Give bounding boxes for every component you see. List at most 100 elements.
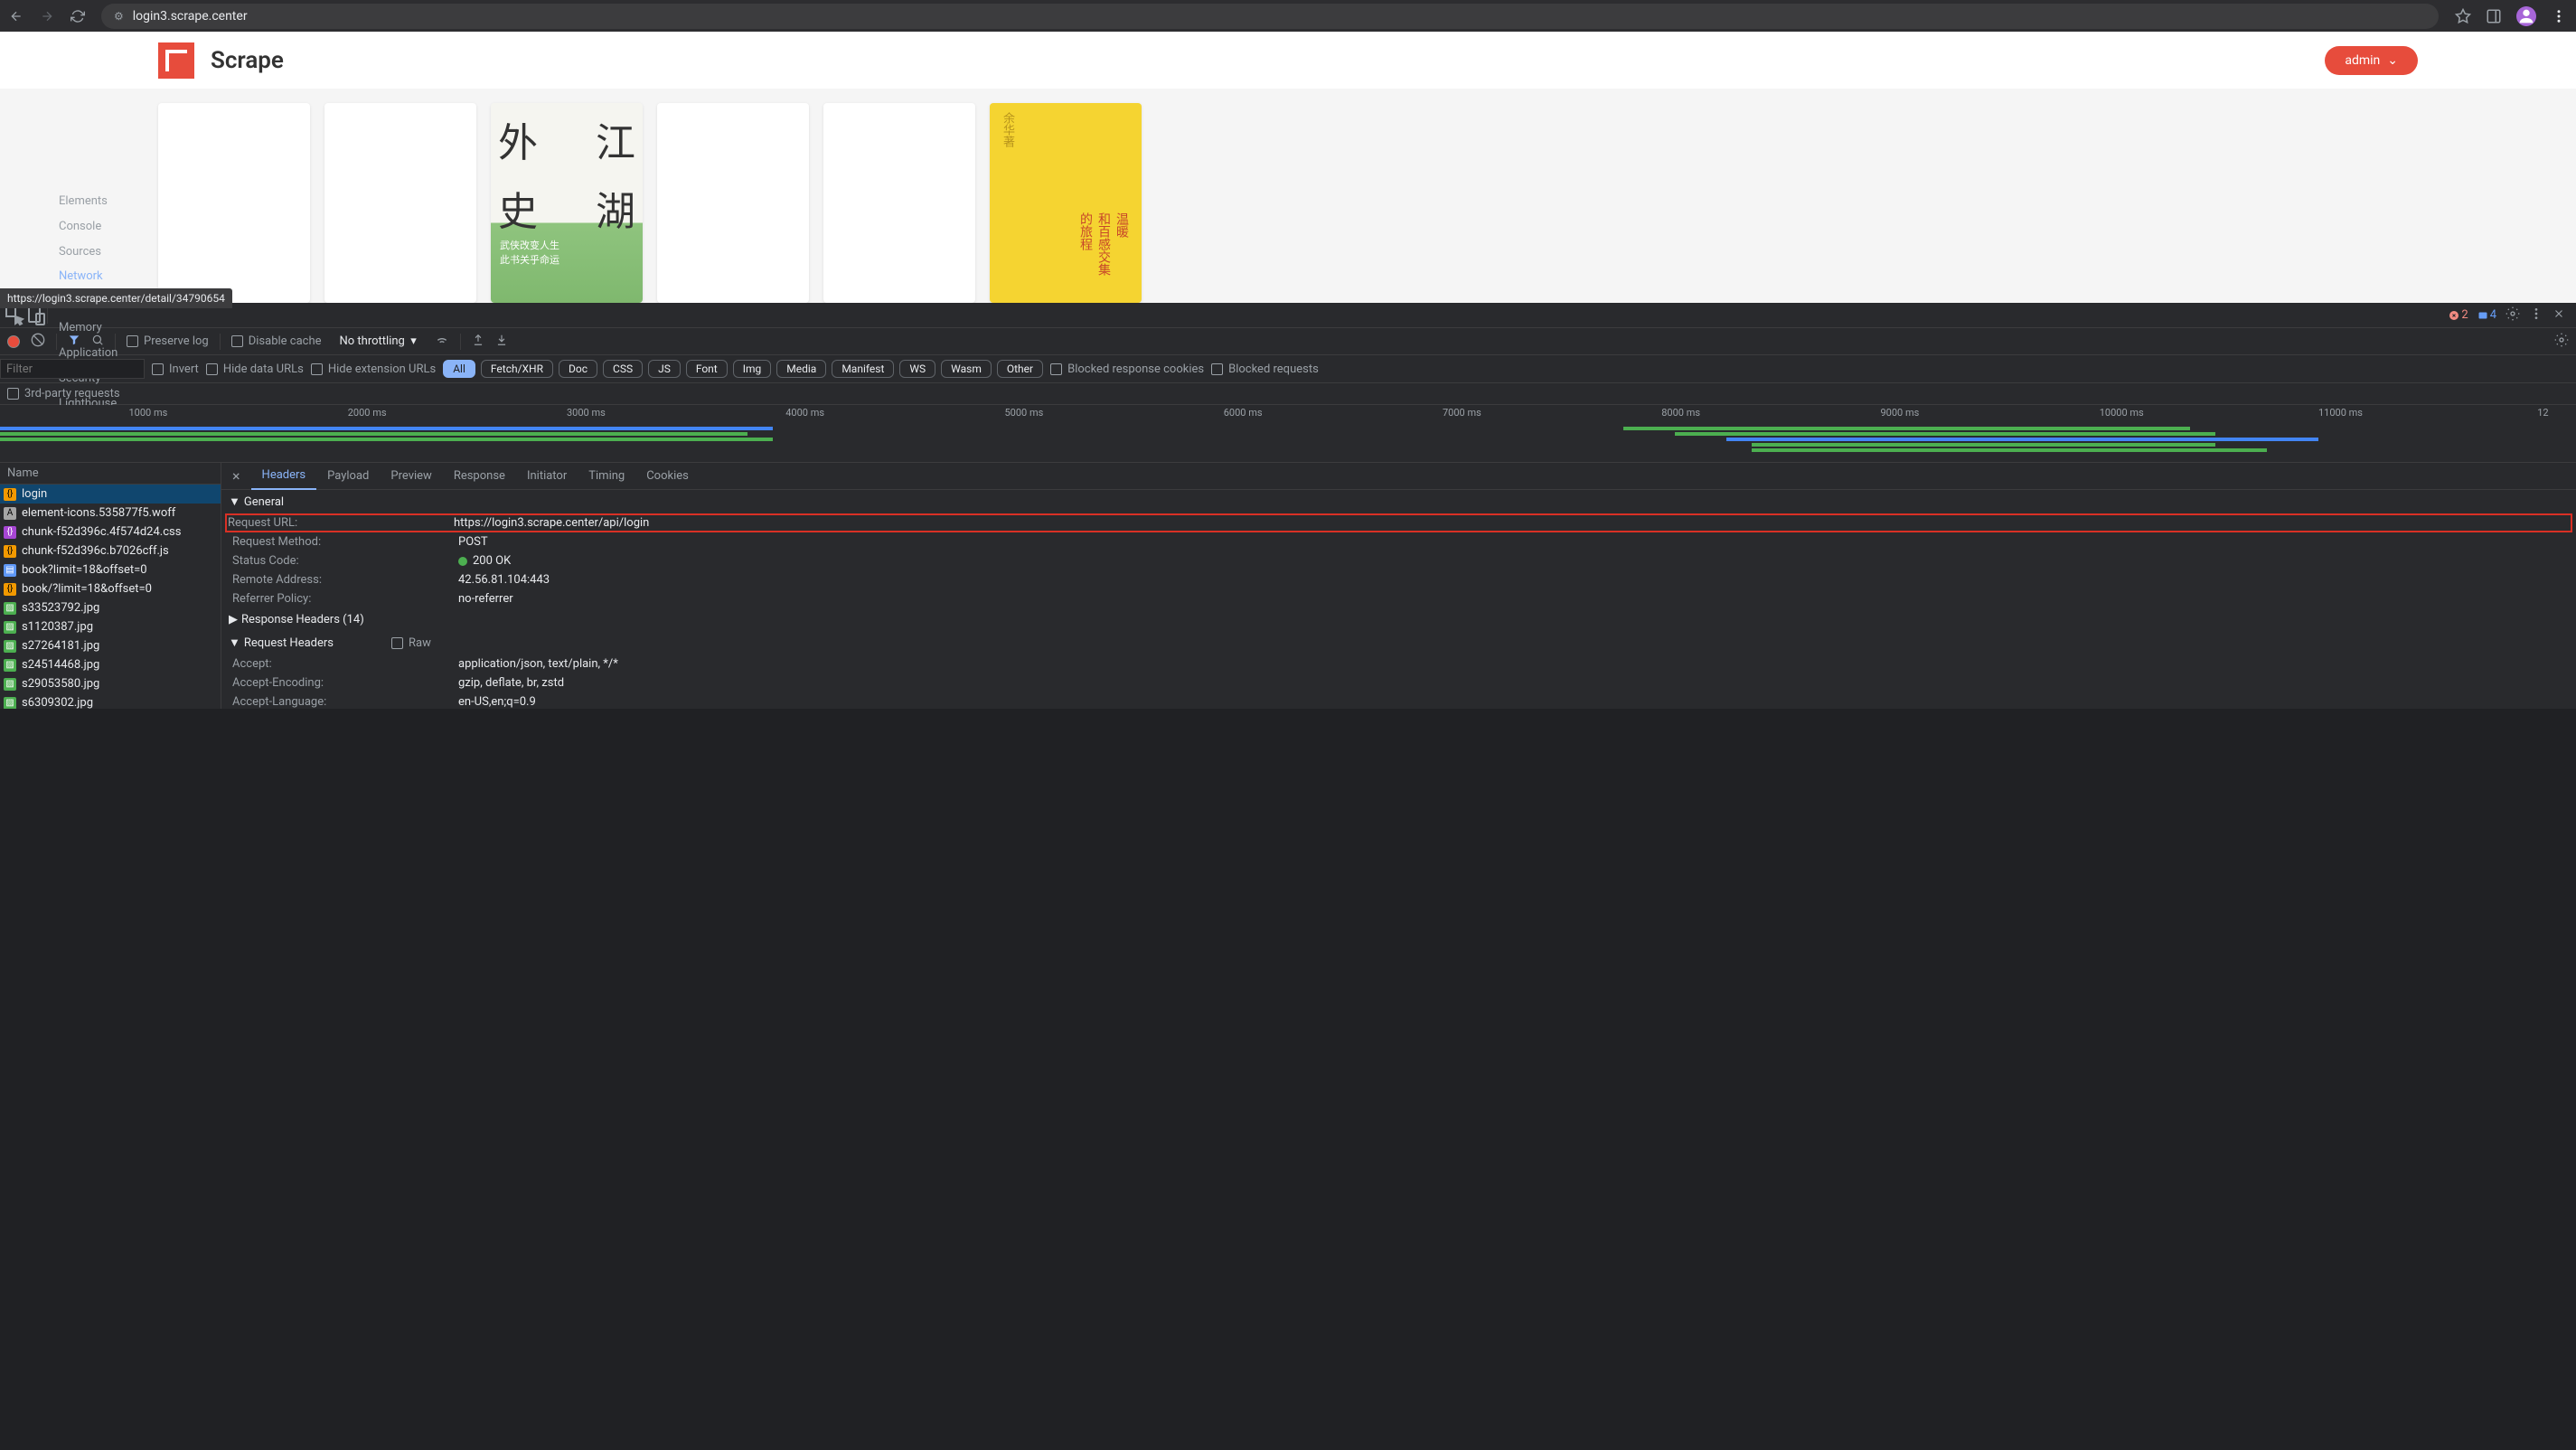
request-row[interactable]: {}chunk-f52d396c.b7026cff.js — [0, 541, 221, 560]
detail-tab-payload[interactable]: Payload — [316, 463, 380, 490]
error-badge[interactable]: 2 — [2449, 308, 2468, 322]
request-name: s29053580.jpg — [22, 677, 99, 691]
more-icon[interactable] — [2529, 306, 2543, 325]
disable-cache-checkbox[interactable]: Disable cache — [231, 334, 322, 348]
filter-pill-media[interactable]: Media — [776, 360, 826, 378]
request-row[interactable]: ▤book?limit=18&offset=0 — [0, 560, 221, 579]
hide-data-urls-checkbox[interactable]: Hide data URLs — [206, 362, 304, 376]
request-row[interactable]: ▨ s33523792.jpg — [0, 598, 221, 617]
header-row: Referrer Policy:no-referrer — [221, 589, 2576, 608]
filter-pill-wasm[interactable]: Wasm — [941, 360, 992, 378]
request-row[interactable]: {}book/?limit=18&offset=0 — [0, 579, 221, 598]
devtools-tab-console[interactable]: Console — [48, 214, 191, 240]
filter-pill-img[interactable]: Img — [733, 360, 772, 378]
filter-row: Invert Hide data URLs Hide extension URL… — [0, 355, 2576, 383]
book-card[interactable] — [823, 103, 975, 303]
invert-checkbox[interactable]: Invert — [152, 362, 199, 376]
logo-group[interactable]: Scrape — [158, 42, 284, 79]
reload-button[interactable] — [71, 9, 85, 24]
throttling-select[interactable]: No throttling ▾ — [333, 333, 424, 350]
detail-tab-timing[interactable]: Timing — [578, 463, 635, 490]
hover-url-tooltip: https://login3.scrape.center/detail/3479… — [0, 288, 232, 308]
search-icon[interactable] — [91, 334, 104, 350]
request-detail: × HeadersPayloadPreviewResponseInitiator… — [221, 463, 2576, 709]
detail-close-button[interactable]: × — [221, 467, 251, 485]
general-section-header[interactable]: ▼General — [221, 490, 2576, 513]
request-row[interactable]: ▨s29053580.jpg — [0, 674, 221, 693]
filter-pill-css[interactable]: CSS — [603, 360, 643, 378]
request-name: s27264181.jpg — [22, 639, 99, 653]
response-headers-section-header[interactable]: ▶Response Headers (14) — [221, 608, 2576, 631]
detail-tab-cookies[interactable]: Cookies — [635, 463, 700, 490]
request-row[interactable]: ▨s27264181.jpg — [0, 636, 221, 655]
url-text: login3.scrape.center — [133, 9, 248, 24]
book-card[interactable] — [324, 103, 476, 303]
back-button[interactable] — [9, 9, 24, 24]
filter-pill-doc[interactable]: Doc — [559, 360, 597, 378]
menu-icon[interactable] — [2551, 8, 2567, 24]
url-bar[interactable]: ⚙ login3.scrape.center — [101, 4, 2439, 29]
filter-pill-other[interactable]: Other — [997, 360, 1043, 378]
blocked-requests-checkbox[interactable]: Blocked requests — [1211, 362, 1319, 376]
filter-pill-font[interactable]: Font — [686, 360, 728, 378]
net-settings-icon[interactable] — [2554, 333, 2569, 351]
request-row[interactable]: {}login — [0, 485, 221, 504]
request-row[interactable]: ▨s24514468.jpg — [0, 655, 221, 674]
img-icon: ▨ — [4, 602, 16, 615]
request-row[interactable]: ▨s1120387.jpg — [0, 617, 221, 636]
request-name: s33523792.jpg — [22, 601, 99, 615]
download-icon[interactable] — [495, 334, 508, 350]
devtools-tab-sources[interactable]: Sources — [48, 240, 191, 265]
filter-pill-manifest[interactable]: Manifest — [832, 360, 894, 378]
devtools-tab-elements[interactable]: Elements — [48, 189, 191, 214]
bookmark-icon[interactable] — [2455, 8, 2471, 24]
book-card[interactable] — [657, 103, 809, 303]
request-headers-section-header[interactable]: ▼Request Headers Raw — [221, 631, 2576, 654]
fetch-icon: {} — [4, 488, 16, 501]
preserve-log-checkbox[interactable]: Preserve log — [127, 334, 209, 348]
name-column-header[interactable]: Name — [0, 463, 221, 485]
fetch-icon: {} — [4, 583, 16, 596]
blocked-cookies-checkbox[interactable]: Blocked response cookies — [1050, 362, 1204, 376]
detail-tab-initiator[interactable]: Initiator — [516, 463, 578, 490]
settings-icon[interactable] — [2505, 306, 2520, 325]
record-button[interactable] — [7, 335, 20, 348]
header-row: Remote Address:42.56.81.104:443 — [221, 570, 2576, 589]
site-settings-icon[interactable]: ⚙ — [114, 10, 124, 23]
book-card[interactable]: 余华著 温暖 和百感交集 的旅程 — [990, 103, 1142, 303]
filter-pill-ws[interactable]: WS — [899, 360, 935, 378]
filter-icon[interactable] — [68, 334, 80, 350]
hide-ext-urls-checkbox[interactable]: Hide extension URLs — [311, 362, 436, 376]
admin-button[interactable]: admin ⌄ — [2325, 46, 2418, 75]
panel-icon[interactable] — [2486, 8, 2502, 24]
forward-button[interactable] — [40, 9, 54, 24]
detail-tab-response[interactable]: Response — [443, 463, 516, 490]
upload-icon[interactable] — [472, 334, 484, 350]
filter-input[interactable] — [0, 359, 145, 379]
filter-pill-fetch-xhr[interactable]: Fetch/XHR — [481, 360, 553, 378]
request-row[interactable]: Aelement-icons.535877f5.woff — [0, 504, 221, 523]
filter-pill-js[interactable]: JS — [648, 360, 681, 378]
request-row[interactable]: ▨s6309302.jpg — [0, 693, 221, 709]
book-card[interactable]: 外 江 史 湖 武侠改变人生 此书关乎命运 — [491, 103, 643, 303]
detail-tab-headers[interactable]: Headers — [251, 463, 317, 490]
wifi-icon[interactable] — [435, 333, 449, 351]
filter-pill-all[interactable]: All — [443, 360, 475, 378]
detail-tab-preview[interactable]: Preview — [380, 463, 442, 490]
third-party-row: 3rd-party requests — [0, 383, 2576, 405]
request-name: s6309302.jpg — [22, 696, 93, 709]
close-icon[interactable] — [2552, 307, 2565, 324]
network-panes: Name {}loginAelement-icons.535877f5.woff… — [0, 463, 2576, 709]
admin-label: admin — [2345, 53, 2380, 68]
raw-checkbox[interactable]: Raw — [391, 636, 431, 650]
request-row[interactable]: {}chunk-f52d396c.4f574d24.css — [0, 523, 221, 541]
css-icon: {} — [4, 526, 16, 539]
waterfall-overview[interactable]: 1000 ms2000 ms3000 ms4000 ms5000 ms6000 … — [0, 405, 2576, 463]
third-party-checkbox[interactable]: 3rd-party requests — [7, 387, 120, 400]
status-dot-icon — [458, 557, 467, 566]
devtools-tab-network[interactable]: Network — [48, 265, 191, 290]
info-badge[interactable]: 4 — [2477, 308, 2496, 322]
header-row: Accept-Language:en-US,en;q=0.9 — [221, 692, 2576, 709]
clear-icon[interactable] — [31, 333, 45, 351]
profile-icon[interactable] — [2516, 6, 2536, 26]
